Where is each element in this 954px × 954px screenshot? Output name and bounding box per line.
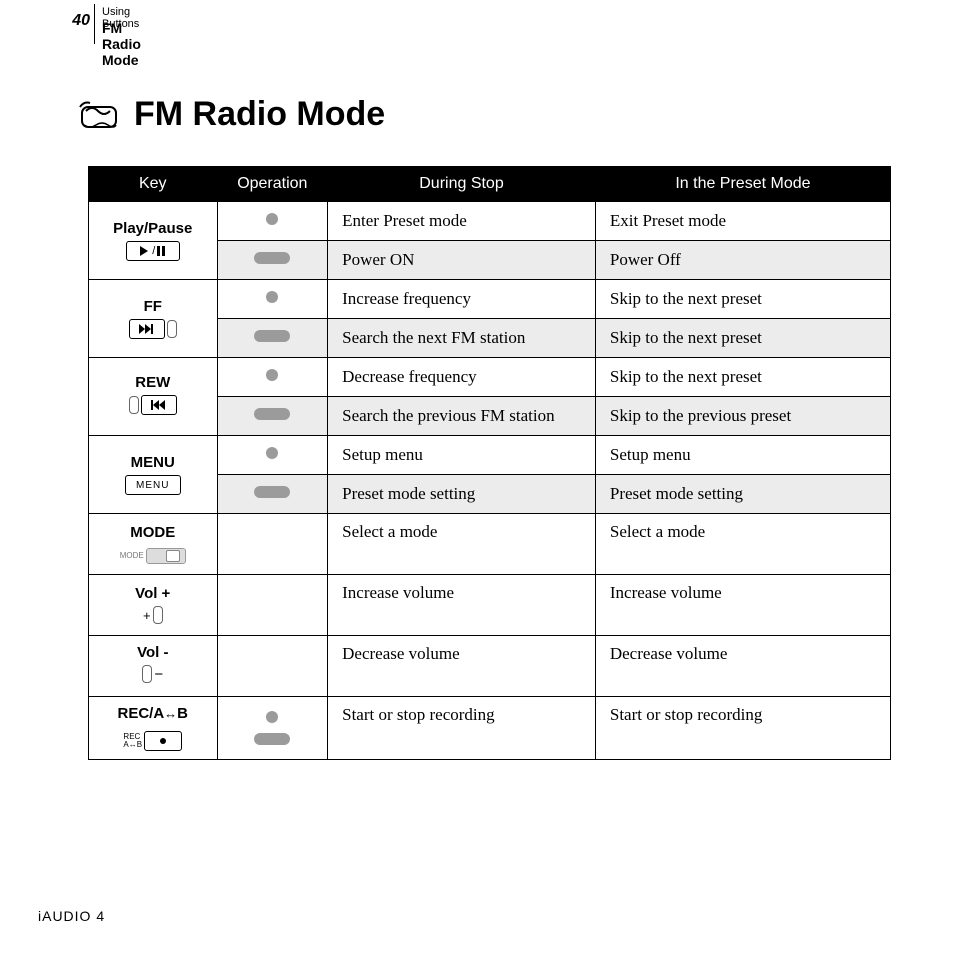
key-label: REW: [99, 374, 207, 391]
during-stop-cell: Increase frequency: [328, 280, 596, 319]
key-label: MODE: [99, 524, 207, 541]
short-press-icon: [266, 369, 278, 381]
preset-cell: Skip to the next preset: [595, 319, 890, 358]
during-stop-cell: Select a mode: [328, 514, 596, 575]
key-cell: FF: [89, 280, 218, 358]
during-stop-cell: Search the next FM station: [328, 319, 596, 358]
preset-cell: Setup menu: [595, 436, 890, 475]
operation-cell: [217, 241, 328, 280]
operation-cell: [217, 697, 328, 760]
volup-icon: +: [143, 607, 163, 624]
radio-icon: [78, 99, 120, 131]
key-cell: Vol - −: [89, 636, 218, 697]
preset-cell: Preset mode setting: [595, 475, 890, 514]
mode-icon: MODE: [120, 545, 186, 562]
during-stop-cell: Decrease frequency: [328, 358, 596, 397]
operation-cell: [217, 636, 328, 697]
preset-cell: Skip to the next preset: [595, 358, 890, 397]
preset-cell: Skip to the previous preset: [595, 397, 890, 436]
key-cell: Vol + +: [89, 575, 218, 636]
long-press-icon: [254, 408, 290, 420]
preset-cell: Start or stop recording: [595, 697, 890, 760]
key-cell: REW: [89, 358, 218, 436]
menu-icon: MENU: [125, 476, 181, 493]
col-stop: During Stop: [328, 167, 596, 202]
page-title: FM Radio Mode: [134, 95, 385, 134]
key-cell: MENU MENU: [89, 436, 218, 514]
short-press-icon: [266, 447, 278, 459]
ff-icon: [129, 321, 177, 338]
during-stop-cell: Search the previous FM station: [328, 397, 596, 436]
preset-cell: Select a mode: [595, 514, 890, 575]
operation-cell: [217, 475, 328, 514]
key-label: Play/Pause: [99, 220, 207, 237]
page-number: 40: [60, 12, 90, 30]
short-press-icon: [266, 711, 278, 723]
voldown-icon: −: [142, 670, 163, 687]
col-operation: Operation: [217, 167, 328, 202]
during-stop-cell: Increase volume: [328, 575, 596, 636]
controls-table: Key Operation During Stop In the Preset …: [88, 166, 891, 760]
operation-cell: [217, 358, 328, 397]
title-row: FM Radio Mode: [78, 95, 385, 134]
col-key: Key: [89, 167, 218, 202]
operation-cell: [217, 280, 328, 319]
long-press-icon: [254, 330, 290, 342]
during-stop-cell: Decrease volume: [328, 636, 596, 697]
during-stop-cell: Enter Preset mode: [328, 202, 596, 241]
operation-cell: [217, 575, 328, 636]
short-press-icon: [266, 213, 278, 225]
rew-icon: [129, 401, 177, 418]
key-cell: REC/AB RECA↔B: [89, 697, 218, 760]
key-label: Vol -: [99, 644, 207, 661]
col-preset: In the Preset Mode: [595, 167, 890, 202]
key-cell: Play/Pause /: [89, 202, 218, 280]
key-label: FF: [99, 298, 207, 315]
short-press-icon: [266, 291, 278, 303]
operation-cell: [217, 514, 328, 575]
long-press-icon: [254, 252, 290, 264]
header-divider: [94, 4, 95, 44]
during-stop-cell: Preset mode setting: [328, 475, 596, 514]
preset-cell: Power Off: [595, 241, 890, 280]
key-label: MENU: [99, 454, 207, 471]
key-label: Vol +: [99, 585, 207, 602]
during-stop-cell: Setup menu: [328, 436, 596, 475]
during-stop-cell: Start or stop recording: [328, 697, 596, 760]
long-press-icon: [254, 486, 290, 498]
operation-cell: [217, 319, 328, 358]
operation-cell: [217, 436, 328, 475]
preset-cell: Decrease volume: [595, 636, 890, 697]
rec-icon: RECA↔B: [123, 726, 182, 743]
operation-cell: [217, 202, 328, 241]
preset-cell: Skip to the next preset: [595, 280, 890, 319]
long-press-icon: [254, 733, 290, 745]
playpause-icon: /: [126, 242, 180, 259]
footer-product: iAUDIO 4: [38, 908, 105, 924]
key-cell: MODE MODE: [89, 514, 218, 575]
preset-cell: Exit Preset mode: [595, 202, 890, 241]
operation-cell: [217, 397, 328, 436]
preset-cell: Increase volume: [595, 575, 890, 636]
section-title: FM Radio Mode: [102, 20, 141, 68]
during-stop-cell: Power ON: [328, 241, 596, 280]
key-label: REC/AB: [99, 705, 207, 722]
